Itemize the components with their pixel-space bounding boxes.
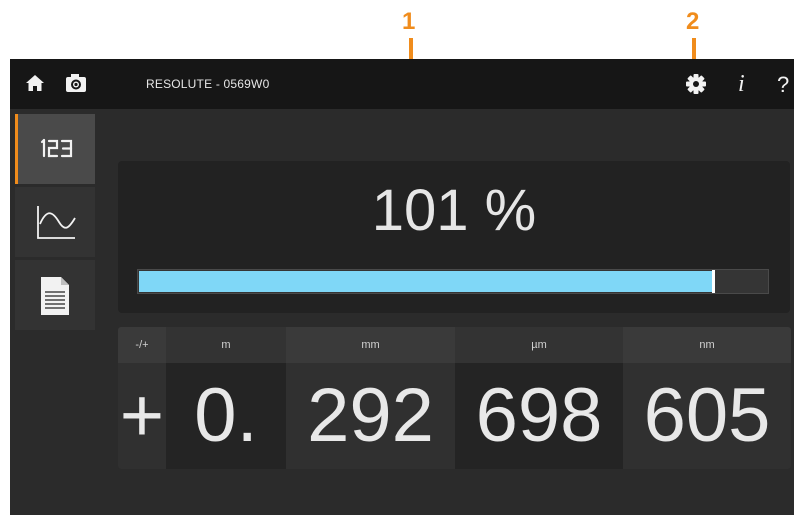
readout-um-value: 698 <box>475 373 603 458</box>
readout-mm-column: mm 292 <box>286 327 455 469</box>
readout-m-column: m 0. <box>166 327 286 469</box>
readout-sign-header: -/+ <box>118 327 166 363</box>
readout-mm-value: 292 <box>307 373 434 458</box>
readout-sign-value: + <box>119 373 165 458</box>
readout-m-value: 0. <box>194 373 258 458</box>
readout-nm-value: 605 <box>643 373 771 458</box>
sidebar-item-document[interactable] <box>15 260 95 330</box>
graph-icon <box>37 206 76 239</box>
readout-nm-column: nm 605 <box>623 327 791 469</box>
camera-icon[interactable] <box>65 73 87 98</box>
callout-2: 2 <box>686 8 700 35</box>
readout-um-column: µm 698 <box>455 327 623 469</box>
readout-um-header: µm <box>455 327 623 363</box>
readout-m-header: m <box>166 327 286 363</box>
callout-1: 1 <box>402 8 416 35</box>
signal-strength-bar <box>137 269 769 294</box>
device-title: RESOLUTE - 0569W0 <box>146 77 270 91</box>
position-readout: -/+ + m 0. mm 292 µm 698 nm 605 <box>118 327 791 469</box>
signal-strength-marker <box>712 270 715 293</box>
top-bar: RESOLUTE - 0569W0 i ? <box>10 59 794 109</box>
digital-readout-icon <box>40 138 73 158</box>
info-icon[interactable]: i <box>738 71 745 98</box>
home-icon[interactable] <box>25 74 45 97</box>
app-window: RESOLUTE - 0569W0 i ? 101 % -/+ + m 0. m… <box>10 59 794 515</box>
sidebar-item-graph[interactable] <box>15 187 95 257</box>
gear-icon[interactable] <box>685 73 707 100</box>
sidebar-item-digital-readout[interactable] <box>15 114 95 184</box>
help-icon[interactable]: ? <box>777 72 789 98</box>
readout-sign-column: -/+ + <box>118 327 166 469</box>
signal-strength-value: 101 % <box>371 178 537 243</box>
signal-strength-fill <box>139 271 714 292</box>
signal-strength-panel: 101 % <box>118 161 790 313</box>
readout-mm-header: mm <box>286 327 455 363</box>
document-icon <box>41 277 69 315</box>
readout-nm-header: nm <box>623 327 791 363</box>
